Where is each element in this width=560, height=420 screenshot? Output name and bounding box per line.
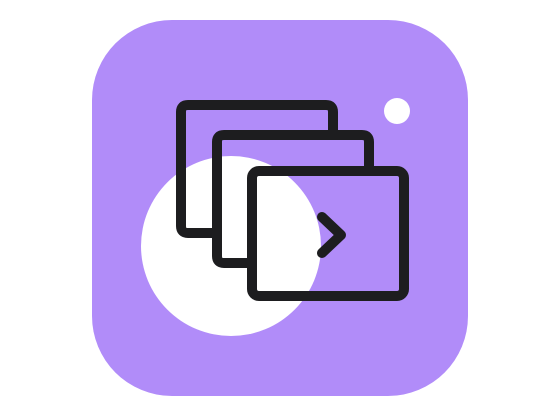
decorative-circle (141, 156, 321, 336)
decorative-dot (384, 98, 410, 124)
slideshow-app-icon (92, 20, 468, 396)
canvas (0, 0, 560, 420)
